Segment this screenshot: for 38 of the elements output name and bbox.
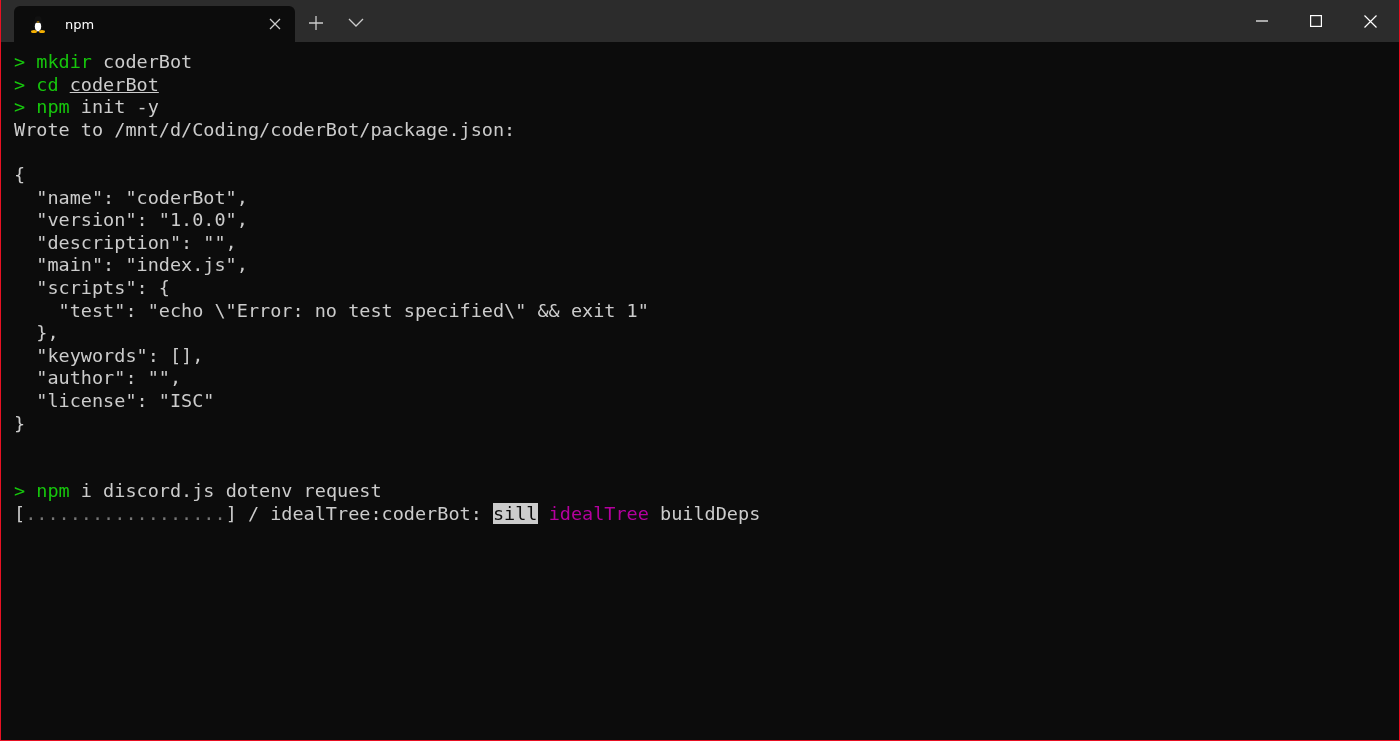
terminal-text: init -y xyxy=(79,96,159,118)
command-name: npm xyxy=(35,480,70,502)
terminal-text: "main": "index.js", xyxy=(35,254,248,276)
path-text: coderBot xyxy=(69,73,159,95)
terminal-text: "test": "echo \"Error: no test specified\" && exit 1" xyxy=(57,299,649,321)
terminal-text: { xyxy=(14,163,26,185)
terminal-text: "author": "", xyxy=(35,367,182,389)
close-icon[interactable] xyxy=(269,18,281,30)
terminal-text: "name": "coderBot", xyxy=(35,186,248,208)
terminal-text: "keywords": [], xyxy=(35,344,204,366)
prompt-symbol: > xyxy=(14,51,26,72)
command-name: npm xyxy=(35,96,70,118)
terminal-text: "description": "", xyxy=(35,231,237,253)
terminal-text: "scripts": { xyxy=(35,276,170,298)
tab-title: npm xyxy=(65,16,96,32)
prompt-symbol: > xyxy=(14,96,26,118)
progress-dots: .................. xyxy=(25,502,226,524)
command-name: mkdir xyxy=(35,51,92,72)
terminal-text: Wrote to /mnt/d/Coding/coderBot/package.json: xyxy=(14,118,516,140)
command-name: cd xyxy=(35,73,60,95)
log-level-label: sill xyxy=(492,502,538,524)
terminal-text: i discord.js dotenv request xyxy=(79,480,382,502)
maximize-icon[interactable] xyxy=(1310,15,1322,27)
terminal-text: buildDeps xyxy=(659,502,761,524)
tab[interactable]: npm xyxy=(14,6,295,42)
terminal-text: "license": "ISC" xyxy=(35,389,215,411)
dropdown-chevron-icon[interactable] xyxy=(348,18,364,27)
terminal-text: }, xyxy=(35,322,59,344)
terminal-text: } xyxy=(14,412,26,434)
terminal-text: [ xyxy=(14,502,26,524)
terminal-text: "version": "1.0.0", xyxy=(35,209,248,231)
terminal-text: coderBot xyxy=(102,51,193,72)
new-tab-icon[interactable] xyxy=(308,15,324,31)
log-tag: idealTree xyxy=(537,502,649,524)
prompt-symbol: > xyxy=(14,480,26,502)
prompt-symbol: > xyxy=(14,73,26,95)
terminal-text: ] / idealTree:coderBot: xyxy=(225,502,483,524)
penguin-icon xyxy=(30,15,46,33)
